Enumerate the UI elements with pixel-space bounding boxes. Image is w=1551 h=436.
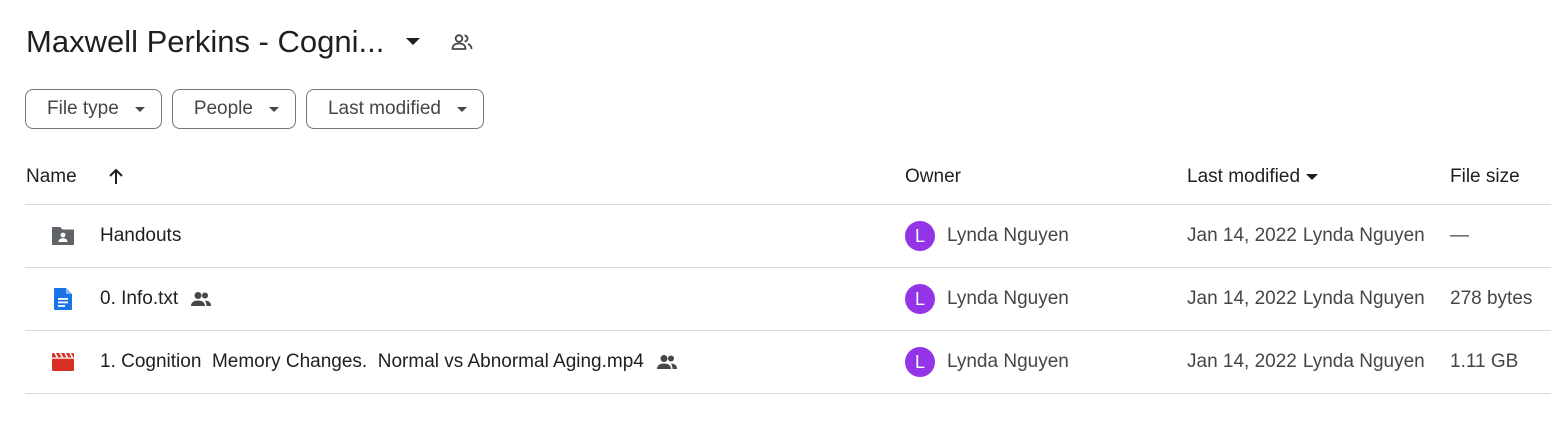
column-header-last-modified[interactable]: Last modified xyxy=(1187,150,1319,204)
column-header-last-modified-label: Last modified xyxy=(1187,166,1301,187)
file-size: 1.11 GB xyxy=(1450,351,1519,372)
last-modified-filter-label: Last modified xyxy=(327,98,441,119)
arrow-drop-down-icon xyxy=(134,106,145,112)
avatar: L xyxy=(905,221,935,251)
owner-cell: L Lynda Nguyen xyxy=(905,268,1069,330)
file-name-text: 0. Info.txt xyxy=(100,288,179,309)
table-row[interactable]: 0. Info.txt L Lynda Nguyen Jan 14, 2022 … xyxy=(25,268,1551,331)
filter-chips: File type People Last modified xyxy=(25,89,484,129)
table-header: Name Owner Last modified File size xyxy=(25,150,1551,205)
title-row: Maxwell Perkins - Cogni... xyxy=(26,20,474,64)
people-filter-label: People xyxy=(193,98,253,119)
modified-by: Lynda Nguyen xyxy=(1302,351,1425,372)
file-name[interactable]: 1. Cognition Memory Changes. Normal vs A… xyxy=(100,331,678,393)
table-row[interactable]: 1. Cognition Memory Changes. Normal vs A… xyxy=(25,331,1551,394)
video-icon xyxy=(49,331,77,393)
owner-name: Lynda Nguyen xyxy=(947,225,1069,246)
last-modified-cell: Jan 14, 2022 Lynda Nguyen xyxy=(1187,205,1425,267)
people-icon[interactable] xyxy=(450,30,474,54)
people-icon xyxy=(656,354,678,370)
column-header-name[interactable]: Name xyxy=(26,150,77,204)
last-modified-filter[interactable]: Last modified xyxy=(305,89,484,129)
file-size: 278 bytes xyxy=(1450,288,1533,309)
owner-name: Lynda Nguyen xyxy=(947,288,1069,309)
modified-date: Jan 14, 2022 xyxy=(1187,225,1297,246)
file-size: — xyxy=(1450,225,1469,246)
arrow-upward-icon[interactable] xyxy=(105,150,127,204)
column-header-file-size[interactable]: File size xyxy=(1450,150,1520,204)
modified-date: Jan 14, 2022 xyxy=(1187,351,1297,372)
file-type-filter[interactable]: File type xyxy=(25,89,162,129)
shared-folder-icon xyxy=(49,205,77,267)
file-name-text: Handouts xyxy=(100,225,182,246)
file-name[interactable]: Handouts xyxy=(100,205,181,267)
arrow-drop-down-icon[interactable] xyxy=(402,31,424,53)
avatar: L xyxy=(905,284,935,314)
owner-cell: L Lynda Nguyen xyxy=(905,331,1069,393)
file-name[interactable]: 0. Info.txt xyxy=(100,268,212,330)
file-name-text: 1. Cognition Memory Changes. Normal vs A… xyxy=(100,351,644,372)
people-filter[interactable]: People xyxy=(171,89,296,129)
owner-name: Lynda Nguyen xyxy=(947,351,1069,372)
owner-cell: L Lynda Nguyen xyxy=(905,205,1069,267)
folder-title[interactable]: Maxwell Perkins - Cogni... xyxy=(26,24,384,60)
column-header-owner[interactable]: Owner xyxy=(905,150,961,204)
drive-folder-view: Maxwell Perkins - Cogni... File type Peo… xyxy=(0,0,1551,436)
arrow-drop-down-icon xyxy=(268,106,279,112)
people-icon xyxy=(190,291,212,307)
file-type-filter-label: File type xyxy=(47,98,119,119)
sort-descending-icon xyxy=(1306,174,1319,180)
modified-date: Jan 14, 2022 xyxy=(1187,288,1297,309)
avatar: L xyxy=(905,347,935,377)
last-modified-cell: Jan 14, 2022 Lynda Nguyen xyxy=(1187,268,1425,330)
document-icon xyxy=(49,268,77,330)
file-list-table: Name Owner Last modified File size Hando… xyxy=(25,150,1551,394)
modified-by: Lynda Nguyen xyxy=(1302,225,1425,246)
arrow-drop-down-icon xyxy=(457,106,467,112)
last-modified-cell: Jan 14, 2022 Lynda Nguyen xyxy=(1187,331,1425,393)
modified-by: Lynda Nguyen xyxy=(1302,288,1425,309)
table-row[interactable]: Handouts L Lynda Nguyen Jan 14, 2022 Lyn… xyxy=(25,205,1551,268)
